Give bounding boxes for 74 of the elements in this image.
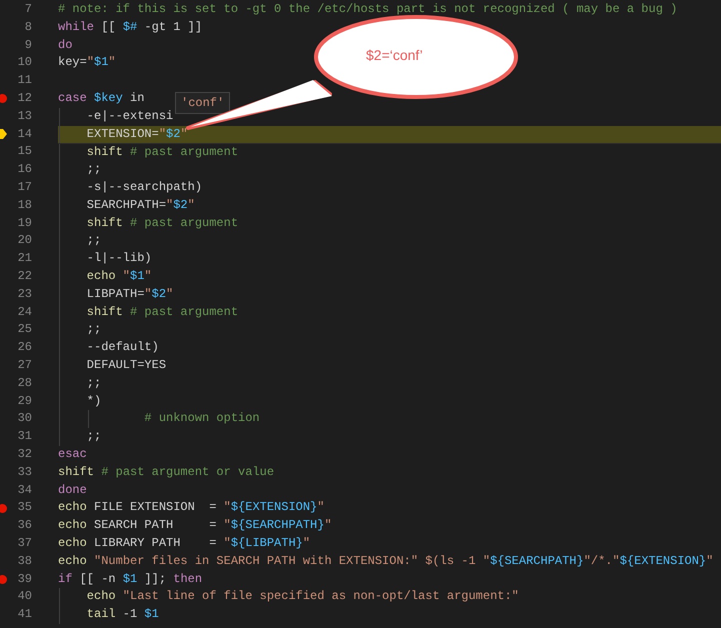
line-number: 16 (16, 161, 32, 178)
line-number: 32 (16, 446, 32, 463)
line-number: 33 (16, 464, 32, 481)
code-line: case $key in (58, 90, 144, 107)
line-number: 14 (16, 126, 32, 143)
line-number: 23 (16, 286, 32, 303)
code-line: esac (58, 446, 87, 463)
code-line: -e|--extensi (86, 108, 174, 125)
line-number: 39 (16, 570, 32, 588)
line-number: 20 (16, 232, 32, 250)
code-line: -l|--lib) (86, 250, 152, 268)
line-number: 34 (16, 482, 32, 499)
line-number: 40 (16, 588, 32, 606)
code-line: # unknown option (143, 410, 260, 428)
code-line: EXTENSION="$2" (86, 126, 188, 143)
code-line: LIBPATH="$2" (86, 286, 174, 303)
code-line: tail -1 $1 (86, 606, 159, 624)
line-number: 31 (16, 428, 32, 446)
line-number: 21 (16, 250, 32, 268)
line-number: 25 (16, 321, 32, 338)
code-line: # note: if this is set to -gt 0 the /etc/hosts part is not recognized ( may be a bug ) (58, 1, 678, 18)
code-line: *) (86, 392, 102, 410)
code-line: ;; (86, 161, 102, 178)
line-number: 36 (16, 517, 32, 534)
breakpoint-icon[interactable] (0, 504, 7, 513)
line-number: 26 (16, 339, 32, 356)
code-line: echo "Number files in SEARCH PATH with EXTENSION:" $(ls -1 "${SEARCHPATH}"/*."${EXTENSION}" (58, 552, 714, 570)
code-line: SEARCHPATH="$2" (86, 196, 195, 214)
code-line: echo FILE EXTENSION = "${EXTENSION}" (58, 499, 324, 516)
line-number: 19 (16, 214, 32, 232)
line-number: 10 (16, 54, 32, 72)
line-number: 35 (16, 499, 32, 516)
code-line: done (58, 482, 87, 499)
line-number: 30 (16, 410, 32, 428)
line-number: 7 (24, 1, 32, 18)
code-line: shift # past argument or value (58, 464, 274, 481)
line-number: 28 (16, 374, 32, 392)
code-line: ;; (86, 321, 102, 338)
line-number: 41 (16, 606, 32, 624)
line-number: 24 (16, 304, 32, 321)
code-line: ;; (86, 374, 102, 392)
code-line: echo "$1" (86, 268, 152, 285)
code-line: ;; (86, 428, 102, 446)
code-line: ;; (86, 232, 102, 250)
line-number: 22 (16, 268, 32, 285)
hover-tooltip: 'conf' (175, 92, 230, 114)
callout-text: $2=‘conf’ (366, 47, 423, 63)
code-line: DEFAULT=YES (86, 356, 166, 374)
line-number: 8 (24, 18, 32, 36)
code-line: if [[ -n $1 ]]; then (58, 570, 202, 588)
code-line: echo "Last line of file specified as non-opt/last argument:" (86, 588, 519, 606)
line-number: 11 (16, 72, 32, 90)
code-line: echo LIBRARY PATH = "${LIBPATH}" (58, 534, 310, 552)
line-number: 18 (16, 196, 32, 214)
code-line: echo SEARCH PATH = "${SEARCHPATH}" (58, 517, 332, 534)
code-line: shift # past argument (86, 304, 238, 321)
code-line: --default) (86, 339, 159, 356)
breakpoint-icon[interactable] (0, 94, 7, 104)
line-number: 27 (16, 356, 32, 374)
line-number: 15 (16, 143, 32, 160)
line-number: 17 (16, 178, 32, 196)
breakpoint-icon[interactable] (0, 574, 7, 584)
line-number: 12 (16, 90, 32, 107)
line-number: 37 (16, 534, 32, 552)
code-line: do (58, 36, 72, 54)
code-line: while [[ $# -gt 1 ]] (58, 18, 202, 36)
code-line: key="$1" (58, 54, 116, 72)
code-line: shift # past argument (86, 214, 238, 232)
code-line: -s|--searchpath) (86, 178, 202, 196)
line-number: 13 (16, 108, 32, 125)
line-number: 9 (24, 36, 32, 54)
code-line: shift # past argument (86, 144, 238, 162)
line-number: 38 (16, 552, 32, 570)
line-number: 29 (16, 392, 32, 410)
